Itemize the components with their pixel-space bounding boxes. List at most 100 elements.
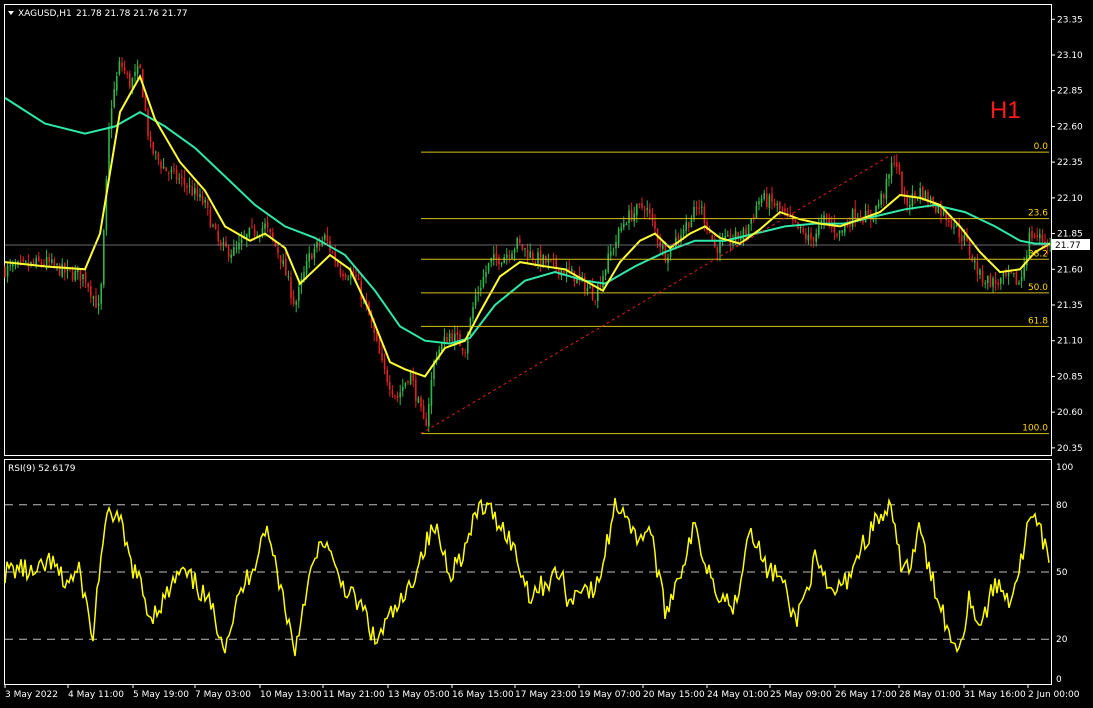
- candle-body: [420, 397, 422, 408]
- candle-body: [747, 224, 750, 236]
- time-tick-label: 25 May 09:00: [770, 690, 832, 700]
- candle-body: [201, 195, 204, 204]
- candle-body: [532, 252, 534, 260]
- candle-body: [230, 254, 232, 258]
- candle-body: [399, 392, 401, 398]
- candle-body: [386, 370, 388, 383]
- candle-body: [508, 255, 511, 258]
- candle-body: [573, 270, 576, 283]
- candle-body: [776, 203, 778, 206]
- candle-body: [516, 238, 518, 249]
- candle-body: [693, 207, 695, 218]
- candle-body: [511, 253, 513, 259]
- candle-body: [58, 264, 61, 276]
- candle-body: [194, 188, 196, 195]
- candle-body: [233, 247, 235, 256]
- candle-body: [841, 230, 843, 233]
- candle-body: [612, 250, 615, 252]
- candle-body: [116, 76, 118, 91]
- symbol-menu-triangle-icon[interactable]: [8, 11, 14, 15]
- candle-body: [802, 228, 804, 233]
- rsi-level-label: 20: [1056, 635, 1068, 645]
- fib-level-label: 100.0: [1022, 424, 1048, 434]
- candle-body: [760, 198, 763, 204]
- price-tick-label: 21.10: [1057, 337, 1083, 347]
- candle-body: [571, 269, 573, 272]
- candle-body: [381, 352, 383, 361]
- candle-body: [677, 236, 680, 240]
- candle-body: [750, 218, 752, 224]
- candle-body: [152, 142, 154, 154]
- trendline[interactable]: [420, 154, 892, 435]
- candle-body: [961, 235, 963, 242]
- time-tick-label: 2 Jun 00:00: [1028, 690, 1080, 700]
- candle-body: [19, 260, 22, 262]
- candle-body: [269, 228, 271, 233]
- candle-body: [994, 279, 997, 285]
- candle-body: [188, 185, 191, 187]
- price-chart[interactable]: 0.023.638.250.061.8100.0 805020 23.3523.…: [0, 0, 1093, 708]
- candle-body: [485, 271, 487, 278]
- candle-body: [204, 199, 206, 203]
- candle-body: [308, 253, 310, 262]
- candle-body: [846, 225, 849, 227]
- candle-body: [542, 255, 544, 265]
- candle-body: [1020, 276, 1023, 282]
- candle-body: [6, 265, 9, 277]
- candle-body: [498, 257, 500, 265]
- candle-body: [643, 209, 646, 212]
- candle-body: [763, 193, 765, 199]
- candle-body: [688, 222, 690, 229]
- candle-body: [480, 287, 482, 291]
- fib-level-label: 23.6: [1028, 209, 1048, 219]
- candle-body: [279, 255, 282, 263]
- candle-body: [745, 228, 747, 235]
- candle-body: [355, 274, 357, 278]
- candle-body: [758, 201, 760, 205]
- candle-body: [755, 205, 758, 218]
- candle-body: [828, 218, 830, 224]
- candle-body: [844, 225, 846, 233]
- candle-body: [240, 239, 243, 244]
- candle-body: [238, 242, 240, 250]
- candle-body: [92, 296, 95, 299]
- candle-body: [165, 167, 167, 172]
- candle-body: [953, 227, 955, 229]
- candle-body: [487, 262, 490, 272]
- candle-body: [836, 233, 838, 236]
- candle-body: [807, 234, 810, 241]
- candle-body: [638, 203, 641, 205]
- candle-body: [404, 382, 407, 387]
- candle-body: [495, 252, 498, 259]
- time-tick-label: 24 May 01:00: [707, 690, 769, 700]
- candle-body: [357, 278, 360, 281]
- candle-body: [898, 164, 901, 172]
- candle-body: [948, 220, 950, 223]
- candle-body: [168, 173, 170, 175]
- candle-body: [264, 223, 266, 229]
- candle-body: [781, 208, 784, 211]
- candle-body: [529, 251, 531, 258]
- price-tick-label: 21.85: [1057, 230, 1083, 240]
- candle-body: [838, 230, 841, 234]
- candle-body: [667, 257, 669, 263]
- candle-body: [1036, 235, 1038, 237]
- candle-body: [222, 242, 225, 245]
- candle-body: [651, 213, 654, 221]
- candle-body: [347, 278, 349, 280]
- candle-body: [825, 216, 828, 218]
- candle-body: [464, 352, 466, 354]
- candle-body: [989, 275, 992, 288]
- candle-body: [412, 372, 414, 381]
- candle-body: [581, 276, 583, 278]
- candle-body: [1041, 235, 1044, 242]
- candle-body: [131, 77, 134, 88]
- candle-body: [649, 208, 651, 214]
- candle-body: [123, 67, 126, 72]
- candle-body: [87, 283, 89, 288]
- candle-body: [1033, 235, 1036, 238]
- trendline-layer[interactable]: [5, 154, 1051, 435]
- candle-body: [880, 193, 882, 205]
- candle-body: [974, 260, 976, 263]
- candle-body: [701, 206, 703, 208]
